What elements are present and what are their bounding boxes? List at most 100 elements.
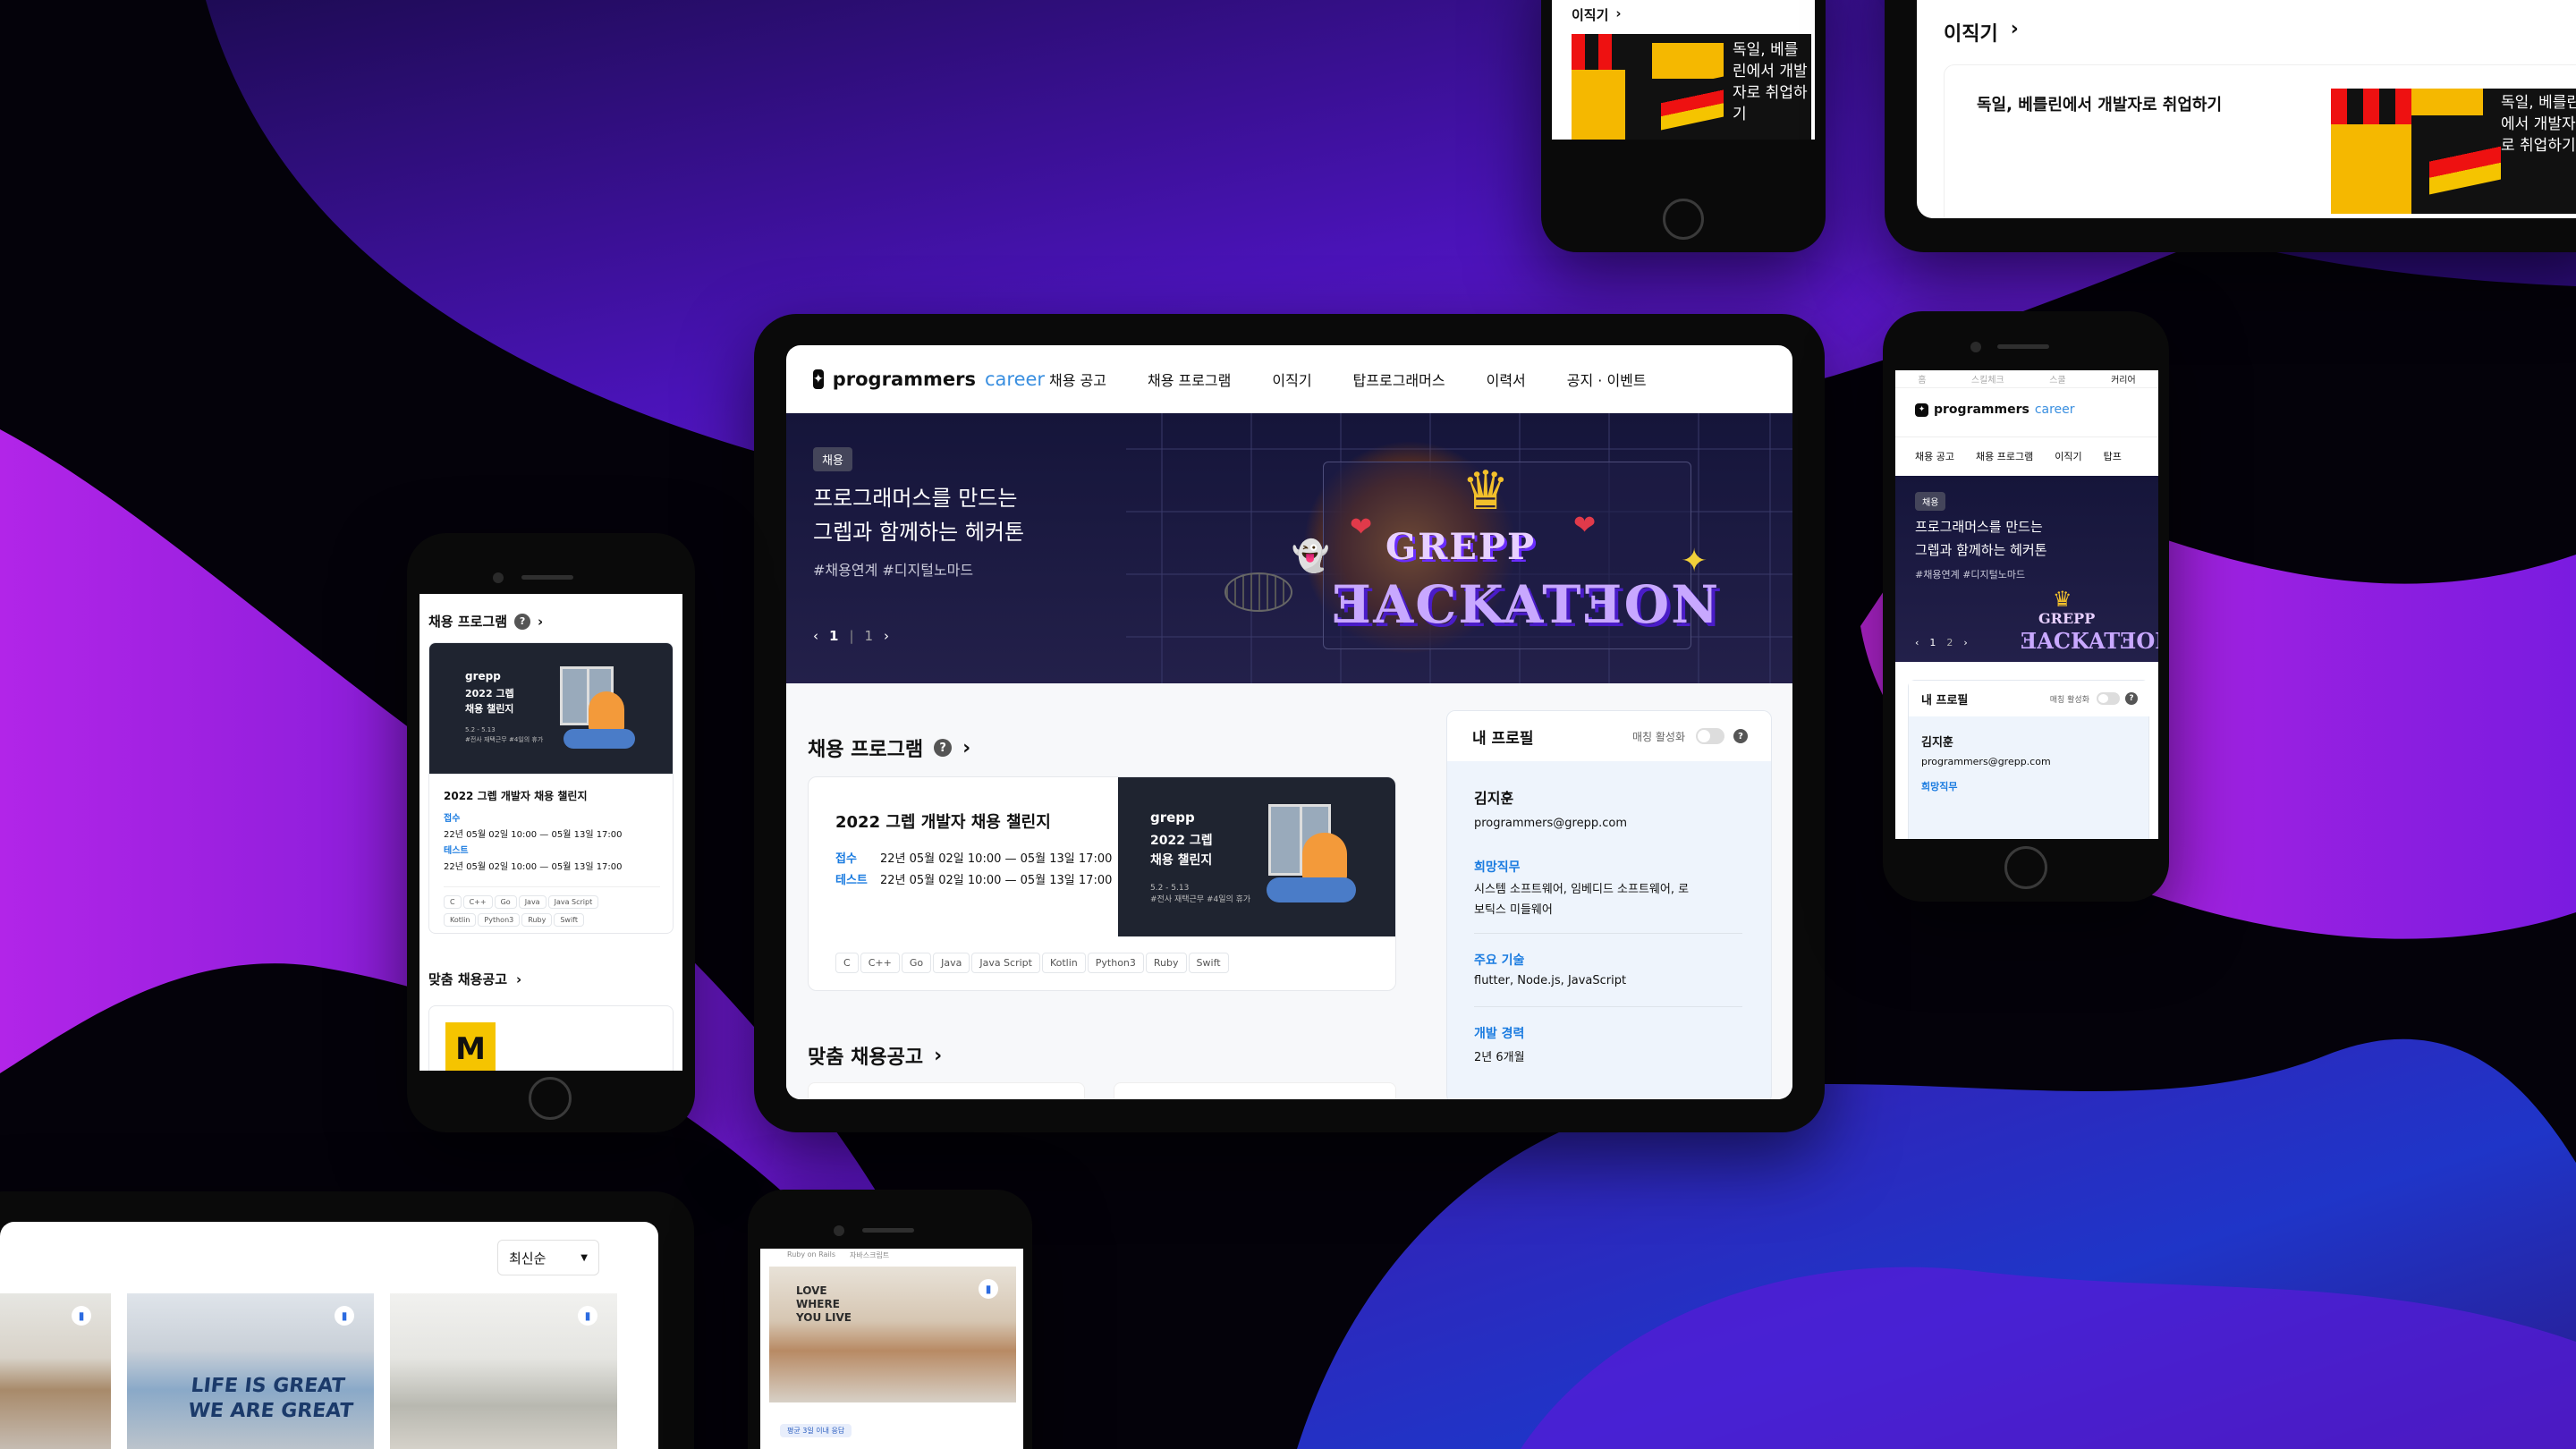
tr-section-header[interactable]: 이직기 ›	[1944, 18, 2019, 47]
pl-tags-row1: C C++ Go Java Java Script	[444, 895, 599, 909]
matching-card[interactable]	[1114, 1082, 1396, 1099]
program-section-header[interactable]: 채용 프로그램 ? ›	[808, 733, 970, 762]
office-photo-3[interactable]: ▮	[390, 1293, 617, 1449]
hero-banner[interactable]: ♛ ❤ ❤ GREPP ƎACKATƎON 👻 ✦ 채용 프로그래머스를 만드는…	[786, 413, 1792, 683]
pl-matching-title: 맞춤 채용공고	[428, 971, 508, 987]
bookmark-icon[interactable]: ▮	[578, 1306, 597, 1326]
pr-tab-home[interactable]: 홈	[1918, 372, 1926, 386]
pr-hero-banner[interactable]: 채용 프로그래머스를 만드는 그렙과 함께하는 헤커톤 #채용연계 #디지털노마…	[1895, 476, 2158, 662]
nav-jobs[interactable]: 채용 공고	[1049, 369, 1106, 390]
pr-hero-title-line2: 그렙과 함께하는 헤커톤	[1915, 542, 2047, 558]
matching-toggle[interactable]	[1696, 728, 1724, 744]
skill-tag[interactable]: Ruby	[1145, 953, 1187, 973]
nav-career-move[interactable]: 이직기	[1272, 369, 1311, 390]
skill-tag[interactable]: Kotlin	[444, 913, 477, 927]
bookmark-icon[interactable]: ▮	[335, 1306, 354, 1326]
pr-tab-skillcheck[interactable]: 스킬체크	[1971, 372, 2004, 386]
skill-tag[interactable]: Go	[494, 895, 517, 909]
skill-tag[interactable]: Java	[518, 895, 547, 909]
sort-dropdown[interactable]: 최신순 ▼	[497, 1240, 599, 1275]
hero-page-total: 1	[864, 628, 874, 644]
office-photo-2[interactable]: LIFE IS GREAT WE ARE GREAT ▮	[127, 1293, 374, 1449]
tr-article-card[interactable]: 독일, 베를린에서 개발자로 취업하기 독일, 베를린에서 개발자로 취업하기	[1944, 64, 2576, 218]
skill-tag[interactable]: Swift	[554, 913, 584, 927]
pr-tab-school[interactable]: 스쿨	[2049, 372, 2065, 386]
pl-matching-card[interactable]: M	[428, 1005, 674, 1071]
skill-tag[interactable]: C++	[462, 895, 493, 909]
tr-art-text: 독일, 베를린에서 개발자로 취업하기	[2501, 94, 2576, 155]
desired-value: 시스템 소프트웨어, 임베디드 소프트웨어, 로보틱스 미들웨어	[1474, 883, 1690, 917]
skill-tag[interactable]: C	[835, 953, 859, 973]
skill-tag[interactable]: C++	[860, 953, 900, 973]
office-photo-1[interactable]: ▮	[0, 1293, 111, 1449]
pr-tab-career[interactable]: 커리어	[2111, 372, 2136, 386]
chevron-right-icon[interactable]: ›	[1963, 637, 1967, 648]
help-icon[interactable]: ?	[934, 739, 953, 757]
skill-tag[interactable]: Go	[901, 953, 932, 973]
home-button[interactable]	[1663, 199, 1704, 240]
skill-tag[interactable]: Java	[933, 953, 970, 973]
hero-art-line2: ƎACKATƎON	[1332, 574, 1721, 635]
skill-tag[interactable]: C	[444, 895, 462, 909]
sort-label: 최신순	[509, 1250, 547, 1267]
skill-tag[interactable]: Java Script	[971, 953, 1040, 973]
pb-top-text-right: 자바스크립트	[850, 1251, 890, 1259]
tablet-bottom-left-screen: 최신순 ▼ ▮ LIFE IS GREAT WE ARE GREAT ▮ ▮	[0, 1222, 658, 1449]
chevron-right-icon[interactable]: ›	[884, 628, 889, 644]
program-card[interactable]: 2022 그렙 개발자 채용 챌린지 접수 22년 05월 02일 10:00 —…	[808, 776, 1396, 991]
help-icon[interactable]: ?	[2125, 692, 2138, 705]
nav-notice-events[interactable]: 공지 · 이벤트	[1567, 369, 1647, 390]
pl-section-header[interactable]: 채용 프로그램 ? ›	[428, 612, 543, 631]
skill-tag[interactable]: Java Script	[547, 895, 599, 909]
pl-poster-line2: 채용 챌린지	[465, 703, 514, 715]
person-illustration	[589, 691, 624, 733]
skill-tag[interactable]: Kotlin	[1041, 953, 1086, 973]
nav-programs[interactable]: 채용 프로그램	[1976, 449, 2033, 463]
tablet-main: ✦ programmers career 채용 공고 채용 프로그램 이직기 탑…	[754, 314, 1825, 1132]
brand-logo[interactable]: ✦ programmers career	[1915, 402, 2075, 417]
help-icon[interactable]: ?	[514, 613, 531, 630]
sofa-illustration	[1267, 877, 1356, 902]
nav-top-programmers[interactable]: 탑프로그래머스	[1353, 369, 1445, 390]
matching-toggle[interactable]	[2097, 692, 2120, 705]
skill-tag[interactable]: Python3	[1087, 953, 1144, 973]
phone-top-section-header[interactable]: 이직기 ›	[1572, 5, 1622, 24]
nav-resume[interactable]: 이력서	[1487, 369, 1526, 390]
hero-page-current: 1	[829, 628, 839, 644]
bookmark-icon[interactable]: ▮	[72, 1306, 91, 1326]
skill-tag[interactable]: Python3	[478, 913, 521, 927]
test-value: 22년 05월 02일 10:00 — 05월 13일 17:00	[880, 874, 1113, 887]
speaker	[521, 575, 573, 580]
brand-logo[interactable]: ✦ programmers career	[813, 369, 1045, 390]
home-button[interactable]	[529, 1077, 572, 1120]
nav-jobs[interactable]: 채용 공고	[1915, 449, 1954, 463]
desired-label: 희망직무	[1474, 860, 1521, 875]
page-separator: |	[849, 628, 854, 644]
skill-tag[interactable]: Swift	[1188, 953, 1229, 973]
chevron-left-icon[interactable]: ‹	[1915, 637, 1919, 648]
poster-date: 5.2 - 5.13	[1150, 884, 1190, 893]
main-nav: 채용 공고 채용 프로그램 이직기 탑프로그래머스 이력서 공지 · 이벤트	[1049, 369, 1647, 390]
nav-programs[interactable]: 채용 프로그램	[1148, 369, 1231, 390]
pl-poster-line1: 2022 그렙	[465, 688, 514, 699]
berlin-article-art[interactable]: 독일, 베를린에서 개발자로 취업하기	[1572, 34, 1811, 140]
pr-hero-hashtags: #채용연계 #디지털노마드	[1915, 569, 2026, 580]
phone-top: 이직기 › 독일, 베를린에서 개발자로 취업하기	[1541, 0, 1826, 252]
speaker	[1997, 344, 2049, 349]
matching-section-header[interactable]: 맞춤 채용공고 ›	[808, 1041, 942, 1070]
nav-top-programmers[interactable]: 탑프	[2104, 449, 2122, 463]
bookmark-icon[interactable]: ▮	[979, 1279, 998, 1299]
nav-career-move[interactable]: 이직기	[2055, 449, 2081, 463]
pl-reception-label: 접수	[444, 814, 461, 824]
help-icon[interactable]: ?	[1733, 729, 1748, 743]
matching-card[interactable]	[808, 1082, 1085, 1099]
pb-office-photo[interactable]: LOVE WHERE YOU LIVE ▮	[769, 1267, 1016, 1402]
pb-top-text: Ruby on Rails 자바스크립트	[787, 1250, 889, 1260]
german-flag-icon	[2429, 130, 2501, 195]
pl-program-card[interactable]: grepp 2022 그렙 채용 챌린지 5.2 - 5.13 #전사 재택근무…	[428, 642, 674, 934]
skill-tag[interactable]: Ruby	[521, 913, 553, 927]
brand-name: programmers	[1934, 402, 2029, 417]
home-button[interactable]	[2004, 846, 2047, 889]
chevron-left-icon[interactable]: ‹	[813, 628, 818, 644]
pl-matching-header[interactable]: 맞춤 채용공고 ›	[428, 970, 521, 988]
